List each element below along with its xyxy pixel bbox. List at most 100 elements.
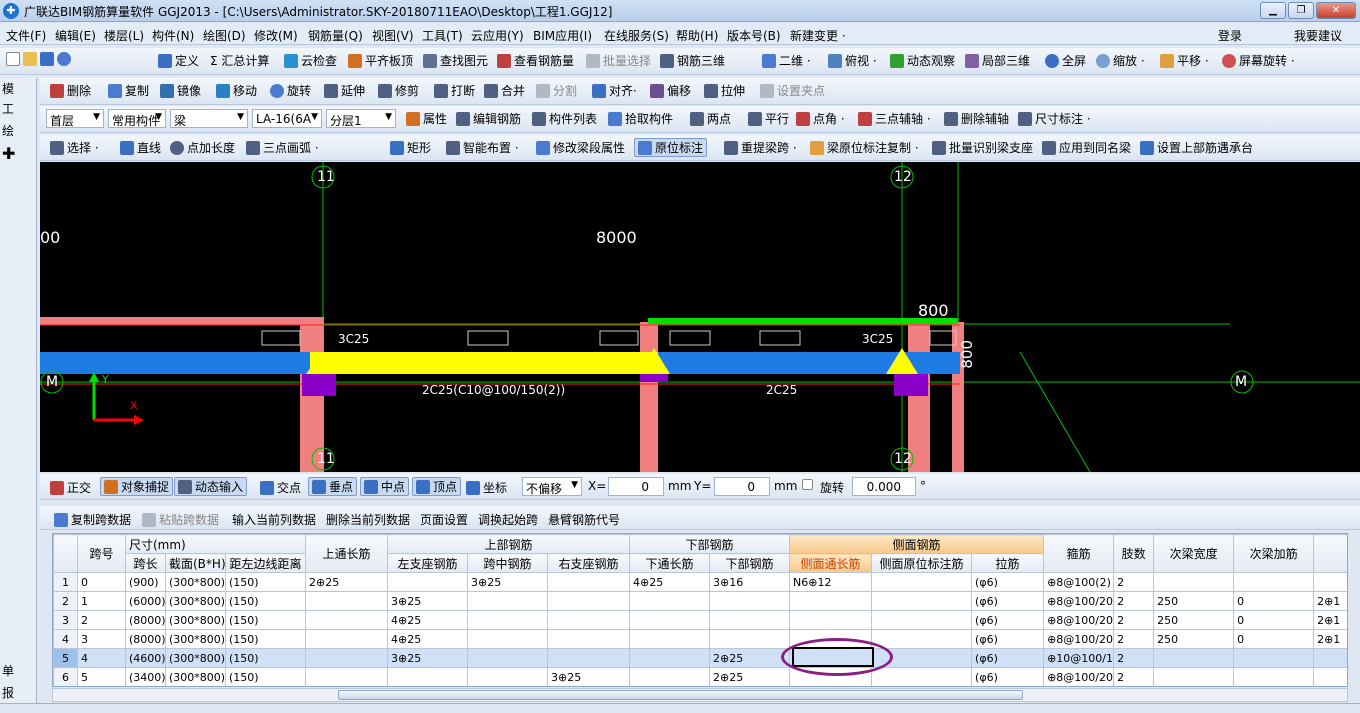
table-cell[interactable] xyxy=(629,591,711,611)
dynamic-input-toggle[interactable]: 动态输入 xyxy=(174,477,248,496)
rotate-button[interactable]: 旋转 xyxy=(270,82,311,99)
table-cell[interactable] xyxy=(305,591,388,611)
table-cell[interactable]: 3⊕25 xyxy=(546,667,631,686)
table-cell[interactable] xyxy=(546,591,631,611)
table-cell[interactable] xyxy=(1153,648,1235,668)
apply-same-beam-button[interactable]: 应用到同名梁 xyxy=(1042,139,1131,156)
set-grip-button[interactable]: 设置夹点 xyxy=(760,82,825,99)
menu-component[interactable]: 构件(N) xyxy=(152,27,194,44)
pan-button[interactable]: 平移 · xyxy=(1160,52,1209,69)
find-element-button[interactable]: 查找图元 xyxy=(423,52,488,69)
table-cell[interactable] xyxy=(1233,648,1315,668)
horizontal-scrollbar[interactable] xyxy=(52,688,1348,702)
intersection-snap[interactable]: 交点 xyxy=(260,479,301,496)
table-cell[interactable]: 2 xyxy=(1113,591,1155,611)
delete-axis-button[interactable]: 删除辅轴 xyxy=(944,110,1009,127)
table-cell[interactable]: ⊕8@100/20 xyxy=(1043,667,1115,686)
table-row[interactable]: 3 2 (8000) (300*800) (150) 4⊕25 (φ6) ⊕8@100/20 2… xyxy=(53,610,1347,630)
table-cell[interactable] xyxy=(709,591,791,611)
table-cell[interactable]: 2⊕25 xyxy=(709,648,791,668)
table-cell[interactable]: (150) xyxy=(225,629,306,649)
menu-cloud[interactable]: 云应用(Y) xyxy=(471,27,524,44)
table-cell[interactable]: 2⊕1 xyxy=(1313,610,1347,630)
vertex-snap[interactable]: 顶点 xyxy=(412,477,462,496)
login-link[interactable]: 登录 xyxy=(1218,27,1242,44)
maximize-button[interactable]: ❐ xyxy=(1288,2,1314,19)
table-cell[interactable]: 3⊕25 xyxy=(467,572,548,592)
table-cell[interactable] xyxy=(789,591,873,611)
view-2d-button[interactable]: 二维 · xyxy=(762,52,811,69)
table-cell[interactable] xyxy=(1313,572,1347,592)
table-cell[interactable]: 2⊕1 xyxy=(1313,591,1347,611)
align-button[interactable]: 对齐· xyxy=(592,82,637,99)
table-cell[interactable]: (φ6) xyxy=(971,648,1045,668)
component-list-button[interactable]: 构件列表 xyxy=(532,110,597,127)
menu-draw[interactable]: 绘图(D) xyxy=(203,27,246,44)
table-cell[interactable] xyxy=(467,610,548,630)
table-cell[interactable]: 0 xyxy=(1233,591,1315,611)
midpoint-snap[interactable]: 中点 xyxy=(360,477,410,496)
suggest-link[interactable]: 我要建议 xyxy=(1294,27,1342,44)
move-button[interactable]: 移动 xyxy=(216,82,257,99)
table-cell[interactable] xyxy=(789,610,873,630)
local-3d-button[interactable]: 局部三维 xyxy=(965,52,1030,69)
table-cell[interactable]: (φ6) xyxy=(971,572,1045,592)
modify-segment-button[interactable]: 修改梁段属性 xyxy=(536,139,625,156)
panel-tab-single[interactable]: 单 xyxy=(2,662,36,679)
table-cell[interactable] xyxy=(1313,667,1347,686)
align-slab-top-button[interactable]: 平齐板顶 xyxy=(348,52,413,69)
in-situ-annotation-button[interactable]: 原位标注 xyxy=(634,138,708,157)
three-point-arc-button[interactable]: 三点画弧 · xyxy=(246,139,319,156)
define-button[interactable]: 定义 xyxy=(158,52,199,69)
table-cell[interactable] xyxy=(1153,572,1235,592)
table-cell[interactable]: (150) xyxy=(225,591,306,611)
edit-rebar-button[interactable]: 编辑钢筋 xyxy=(456,110,521,127)
table-cell[interactable] xyxy=(709,629,791,649)
rotate-angle-input[interactable]: 0.000 xyxy=(852,477,916,496)
coordinate-snap[interactable]: 坐标 xyxy=(466,479,507,496)
table-cell[interactable] xyxy=(1153,667,1235,686)
paste-span-data-button[interactable]: 粘贴跨数据 xyxy=(142,511,219,528)
table-cell[interactable]: 250 xyxy=(1153,591,1235,611)
table-cell[interactable]: (300*800) xyxy=(165,610,226,630)
menu-version[interactable]: 版本号(B) xyxy=(727,27,781,44)
table-cell[interactable]: 2⊕25 xyxy=(305,572,388,592)
table-cell[interactable]: ⊕8@100/20 xyxy=(1043,629,1115,649)
menu-edit[interactable]: 编辑(E) xyxy=(55,27,96,44)
drawing-canvas[interactable]: 11 12 11 12 M M 00 8000 800 800 3C25 3C2… xyxy=(40,162,1360,472)
copy-button[interactable]: 复制 xyxy=(108,82,149,99)
table-cell[interactable]: (300*800) xyxy=(165,572,226,592)
file-icons[interactable] xyxy=(6,52,74,66)
batch-select-button[interactable]: 批量选择 xyxy=(586,52,651,69)
rebar-3d-button[interactable]: 钢筋三维 xyxy=(660,52,725,69)
table-cell[interactable]: 2 xyxy=(1113,629,1155,649)
table-cell[interactable]: N6⊕12 xyxy=(789,572,873,592)
table-cell[interactable]: 3⊕16 xyxy=(709,572,791,592)
delete-button[interactable]: 删除 xyxy=(50,82,91,99)
table-cell[interactable]: 1 xyxy=(77,591,126,611)
table-cell[interactable]: (300*800) xyxy=(165,667,226,686)
menu-tools[interactable]: 工具(T) xyxy=(422,27,463,44)
table-cell[interactable]: (6000) xyxy=(125,591,166,611)
screen-rotate-button[interactable]: 屏幕旋转 · xyxy=(1222,52,1295,69)
re-span-button[interactable]: 重提梁跨 · xyxy=(724,139,797,156)
copy-annotation-button[interactable]: 梁原位标注复制 · xyxy=(810,139,919,156)
table-cell[interactable]: (300*800) xyxy=(165,629,226,649)
table-cell[interactable] xyxy=(305,667,388,686)
table-cell[interactable]: 4⊕25 xyxy=(387,629,468,649)
table-cell[interactable]: (300*800) xyxy=(165,648,226,668)
table-cell[interactable] xyxy=(467,591,548,611)
delete-column-data-button[interactable]: 删除当前列数据 xyxy=(326,511,410,528)
summary-calc-button[interactable]: Σ 汇总计算 xyxy=(210,52,269,69)
table-cell[interactable]: 2 xyxy=(1113,667,1155,686)
extend-button[interactable]: 延伸 xyxy=(324,82,365,99)
table-cell[interactable] xyxy=(871,610,973,630)
table-cell[interactable]: (150) xyxy=(225,648,306,668)
swap-start-span-button[interactable]: 调换起始跨 xyxy=(478,511,538,528)
table-cell[interactable] xyxy=(871,572,973,592)
table-cell[interactable]: 0 xyxy=(1233,629,1315,649)
menu-rebar[interactable]: 钢筋量(Q) xyxy=(308,27,363,44)
top-rebar-cap-button[interactable]: 设置上部筋遇承台 xyxy=(1140,139,1253,156)
table-cell[interactable] xyxy=(467,629,548,649)
view-rebar-qty-button[interactable]: 查看钢筋量 xyxy=(497,52,574,69)
